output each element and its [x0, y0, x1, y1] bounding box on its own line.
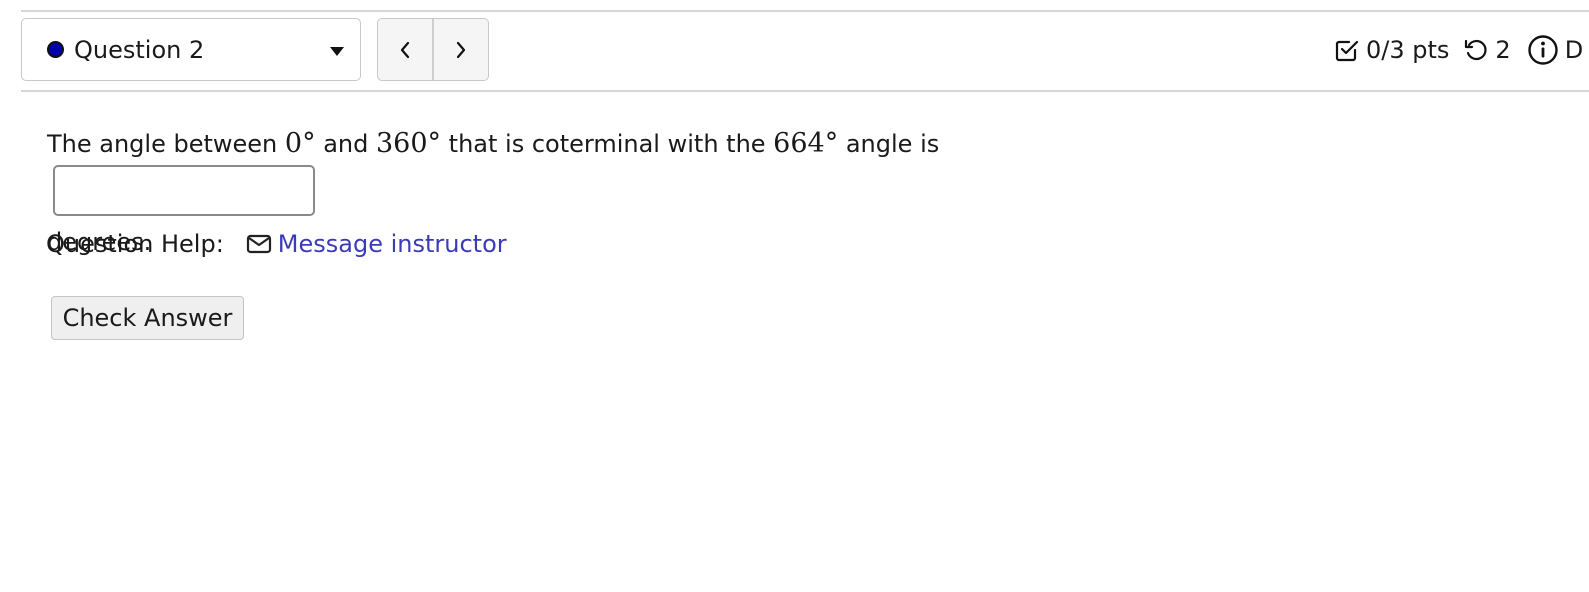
question-status-dot — [47, 41, 64, 58]
math-angle-0: 0° — [284, 128, 316, 159]
previous-question-button[interactable] — [378, 19, 432, 80]
math-angle-664: 664° — [773, 128, 839, 159]
info-icon[interactable] — [1527, 34, 1559, 66]
question-nav — [377, 18, 489, 81]
caret-down-icon — [330, 47, 344, 56]
question-selector[interactable]: Question 2 — [21, 18, 361, 81]
retry-icon — [1463, 37, 1489, 63]
question-text-part: and — [315, 130, 376, 158]
truncated-label: D — [1564, 36, 1584, 64]
chevron-left-icon — [400, 41, 410, 58]
next-question-button[interactable] — [432, 19, 488, 80]
question-help-label: Question Help: — [46, 230, 224, 258]
question-text-part: angle is — [838, 130, 940, 158]
check-answer-button[interactable]: Check Answer — [51, 296, 244, 340]
question-status: 0/3 pts 2 D — [1334, 30, 1583, 70]
top-divider — [21, 10, 1589, 12]
message-instructor-link[interactable]: Message instructor — [278, 230, 507, 258]
points-value: 0/3 pts — [1366, 36, 1450, 64]
question-help: Question Help: Message instructor — [46, 230, 507, 258]
mail-icon — [246, 233, 272, 255]
header-divider — [21, 90, 1589, 92]
question-text-part: The angle between — [47, 130, 285, 158]
chevron-right-icon — [456, 41, 466, 58]
checkbox-check-icon — [1334, 37, 1360, 63]
answer-input[interactable] — [53, 165, 315, 216]
question-text-part: that is coterminal with the — [441, 130, 774, 158]
question-selector-label: Question 2 — [74, 35, 205, 64]
math-angle-360: 360° — [376, 128, 442, 159]
retries-value: 2 — [1495, 36, 1511, 64]
